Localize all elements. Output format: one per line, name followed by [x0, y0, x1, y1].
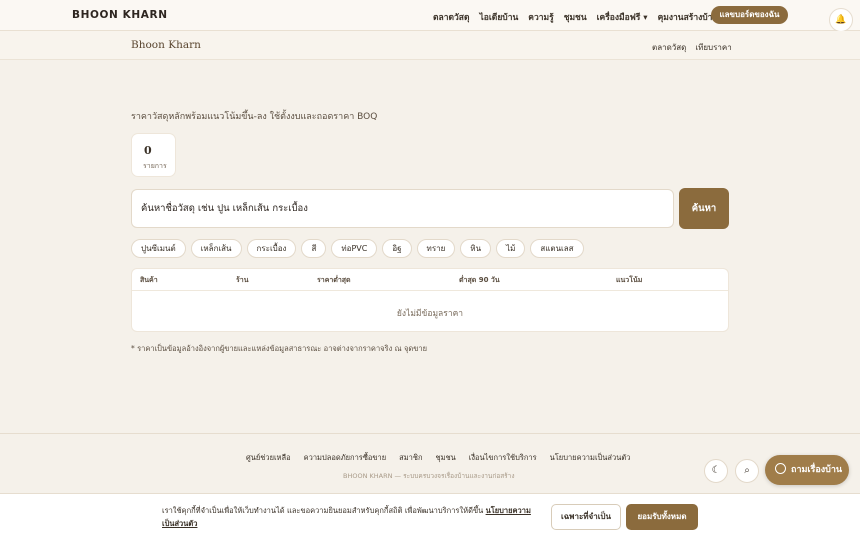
footer-link-privacy[interactable]: นโยบายความเป็นส่วนตัว	[550, 452, 631, 464]
footer-link-safety[interactable]: ความปลอดภัยการซื้อขาย	[304, 452, 387, 464]
cookie-text: เราใช้คุกกี้ที่จำเป็นเพื่อให้เว็บทำงานได…	[162, 504, 542, 530]
nav-item-market[interactable]: ตลาดวัสดุ	[433, 10, 470, 24]
nav-item-construction[interactable]: คุมงานสร้างบ้าน	[658, 10, 719, 24]
footer-links: ศูนย์ช่วยเหลือ ความปลอดภัยการซื้อขาย สมา…	[246, 452, 630, 464]
footer-link-community[interactable]: ชุมชน	[436, 452, 456, 464]
chip-paint[interactable]: สี	[301, 239, 327, 258]
subnav-item-compare[interactable]: เทียบราคา	[695, 41, 731, 54]
col-lowest-price[interactable]: ราคาต่ำสุด	[317, 275, 351, 286]
nav-item-community[interactable]: ชุมชน	[564, 10, 587, 24]
col-shop[interactable]: ร้าน	[236, 275, 248, 286]
table-empty-message: ยังไม่มีข้อมูลราคา	[396, 309, 464, 319]
category-chips: ปูนซีเมนต์ เหล็กเส้น กระเบื้อง สี ท่อPVC…	[131, 239, 584, 258]
col-lowest-90d[interactable]: ต่ำสุด 90 วัน	[459, 275, 500, 286]
search-input[interactable]	[131, 189, 674, 228]
chip-sand[interactable]: ทราย	[416, 239, 456, 258]
nav-item-ideas[interactable]: ไอเดียบ้าน	[480, 10, 519, 24]
col-product[interactable]: สินค้า	[140, 275, 158, 286]
brand-logo[interactable]: BHOON KHARN	[72, 9, 168, 21]
chat-bubble-icon	[775, 463, 786, 474]
col-trend[interactable]: แนวโน้ม	[616, 275, 642, 286]
stat-card: 0 รายการ	[131, 133, 176, 177]
dashboard-button[interactable]: แลขบอร์ดของฉัน	[711, 6, 788, 24]
search-button[interactable]: ค้นหา	[679, 188, 729, 229]
footer-link-members[interactable]: สมาชิก	[399, 452, 422, 464]
bell-icon[interactable]: 🔔	[829, 8, 853, 32]
stat-label: รายการ	[143, 162, 167, 170]
sub-navbar: Bhoon Kharn ตลาดวัสดุ เทียบราคา	[0, 31, 860, 60]
page-subtitle: ราคาวัสดุหลักพร้อมแนวโน้มขึ้น-ลง ใช้ตั้ง…	[131, 112, 378, 122]
chip-wood[interactable]: ไม้	[496, 239, 526, 258]
sub-nav-links: ตลาดวัสดุ เทียบราคา	[652, 41, 732, 54]
price-table: สินค้า ร้าน ราคาต่ำสุด ต่ำสุด 90 วัน แนว…	[131, 268, 729, 332]
cookie-banner: เราใช้คุกกี้ที่จำเป็นเพื่อให้เว็บทำงานได…	[0, 493, 860, 537]
nav-item-knowledge[interactable]: ความรู้	[528, 10, 553, 24]
sub-brand[interactable]: Bhoon Kharn	[131, 39, 201, 51]
subnav-item-market[interactable]: ตลาดวัสดุ	[652, 41, 686, 54]
chip-stainless[interactable]: สแตนเลส	[530, 239, 584, 258]
price-disclaimer: * ราคาเป็นข้อมูลอ้างอิงจากผู้ขายและแหล่ง…	[131, 344, 427, 353]
essential-only-button[interactable]: เฉพาะที่จำเป็น	[551, 504, 621, 530]
nav-item-tools[interactable]: เครื่องมือฟรี ▾	[597, 10, 648, 24]
chip-pvc[interactable]: ท่อPVC	[331, 239, 378, 258]
chip-stone[interactable]: หิน	[460, 239, 492, 258]
footer-copyright: BHOON KHARN — ระบบครบวงจรเรื่องบ้านและงา…	[343, 472, 515, 480]
footer-link-help[interactable]: ศูนย์ช่วยเหลือ	[246, 452, 291, 464]
chat-button[interactable]: ถามเรื่องบ้าน	[765, 455, 849, 485]
chip-cement[interactable]: ปูนซีเมนต์	[131, 239, 186, 258]
top-navbar: BHOON KHARN ตลาดวัสดุ ไอเดียบ้าน ความรู้…	[0, 0, 860, 31]
main-nav: ตลาดวัสดุ ไอเดียบ้าน ความรู้ ชุมชน เครื่…	[433, 10, 718, 24]
stat-value: 0	[144, 144, 152, 157]
chip-brick[interactable]: อิฐ	[382, 239, 412, 258]
chip-tile[interactable]: กระเบื้อง	[246, 239, 297, 258]
accept-all-button[interactable]: ยอมรับทั้งหมด	[626, 504, 698, 530]
footer-link-terms[interactable]: เงื่อนไขการใช้บริการ	[469, 452, 537, 464]
chat-button-label: ถามเรื่องบ้าน	[791, 465, 843, 475]
chip-rebar[interactable]: เหล็กเส้น	[190, 239, 242, 258]
moon-icon[interactable]: ☾	[704, 459, 728, 483]
cookie-message: เราใช้คุกกี้ที่จำเป็นเพื่อให้เว็บทำงานได…	[162, 506, 484, 515]
search-icon[interactable]: ⌕	[735, 459, 759, 483]
table-header: สินค้า ร้าน ราคาต่ำสุด ต่ำสุด 90 วัน แนว…	[132, 269, 728, 291]
